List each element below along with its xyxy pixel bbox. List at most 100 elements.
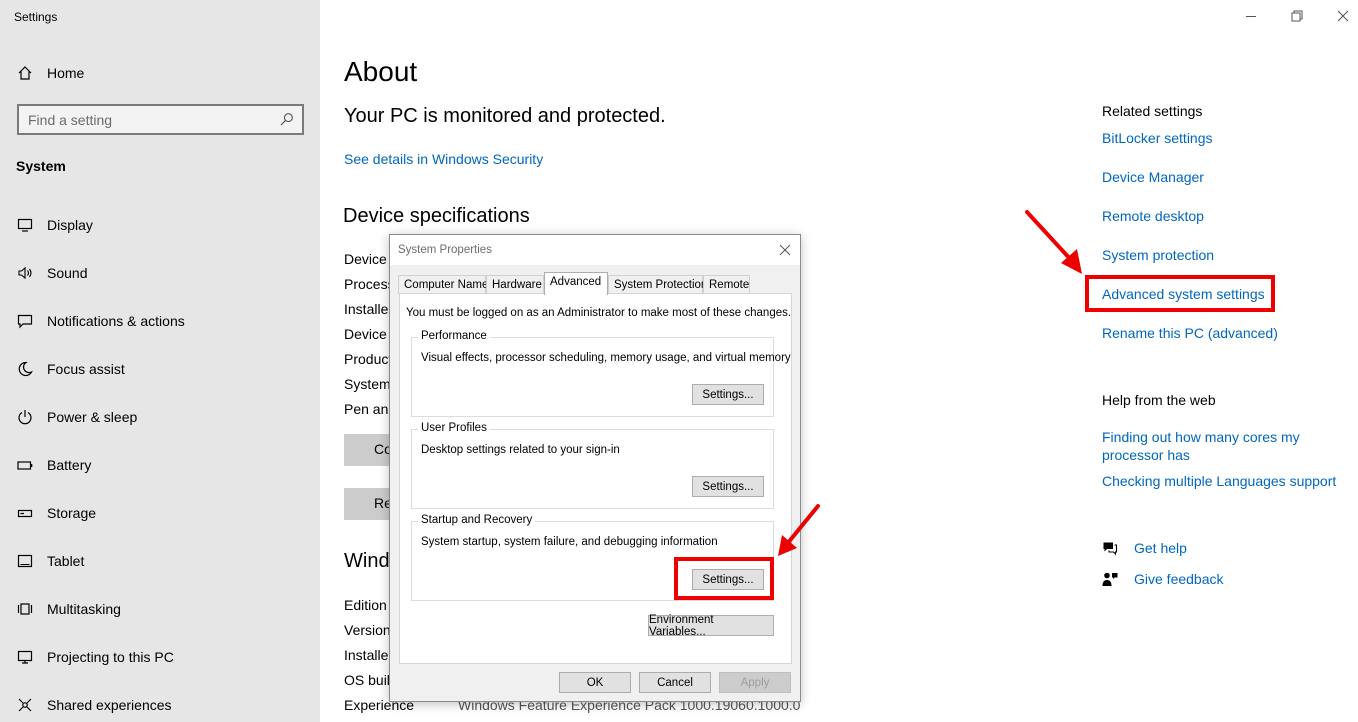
give-feedback-row[interactable]: Give feedback xyxy=(1102,571,1224,587)
spec-label: Installe xyxy=(344,301,389,317)
minimize-icon[interactable] xyxy=(1243,8,1259,24)
sidebar-item-multitasking[interactable]: Multitasking xyxy=(16,597,121,621)
sidebar-item-label: Sound xyxy=(47,265,88,281)
spec-label: OS buil xyxy=(344,672,390,688)
windows-spec-heading: Wind xyxy=(344,550,390,572)
group-description: Desktop settings related to your sign-in xyxy=(421,444,620,456)
device-spec-heading: Device specifications xyxy=(343,205,530,227)
sidebar-item-focus-assist[interactable]: Focus assist xyxy=(16,357,125,381)
tab-advanced[interactable]: Advanced xyxy=(544,272,608,295)
sidebar-item-label: Storage xyxy=(47,505,97,521)
rename-button[interactable]: Rena xyxy=(344,488,394,520)
spec-label: Process xyxy=(344,276,395,292)
sidebar-item-label: Power & sleep xyxy=(47,409,138,425)
system-protection-link[interactable]: System protection xyxy=(1102,247,1214,263)
projector-icon xyxy=(16,648,34,666)
page-title: About xyxy=(344,56,418,87)
spec-label: Device xyxy=(344,326,387,342)
tab-hardware[interactable]: Hardware xyxy=(486,275,544,294)
sidebar-item-label: Battery xyxy=(47,457,92,473)
search-icon xyxy=(280,113,293,126)
group-label: Startup and Recovery xyxy=(418,514,536,526)
search-input[interactable]: Find a setting xyxy=(17,104,304,135)
ok-button[interactable]: OK xyxy=(559,672,631,693)
feedback-icon xyxy=(1102,572,1118,586)
rename-pc-link[interactable]: Rename this PC (advanced) xyxy=(1102,325,1278,341)
share-icon xyxy=(16,696,34,714)
cancel-button[interactable]: Cancel xyxy=(639,672,711,693)
sidebar-item-storage[interactable]: Storage xyxy=(16,501,96,525)
spec-label: System xyxy=(344,376,391,392)
tab-remote[interactable]: Remote xyxy=(703,275,750,294)
moon-icon xyxy=(16,360,34,378)
monitor-icon xyxy=(16,216,34,234)
sidebar-item-projecting[interactable]: Projecting to this PC xyxy=(16,645,174,669)
environment-variables-button[interactable]: Environment Variables... xyxy=(648,614,774,638)
tab-system-protection[interactable]: System Protection xyxy=(608,275,707,294)
sidebar-item-sound[interactable]: Sound xyxy=(16,261,87,285)
protection-status: Your PC is monitored and protected. xyxy=(344,105,666,127)
storage-icon xyxy=(16,504,34,522)
group-description: System startup, system failure, and debu… xyxy=(421,536,718,548)
performance-group: Performance Visual effects, processor sc… xyxy=(411,330,791,417)
sidebar-item-display[interactable]: Display xyxy=(16,213,93,237)
help-web-heading: Help from the web xyxy=(1102,392,1216,408)
annotation-arrow xyxy=(778,504,820,556)
highlight-box xyxy=(1085,275,1275,312)
sidebar: Settings Home Find a setting System Disp… xyxy=(0,0,320,722)
device-manager-link[interactable]: Device Manager xyxy=(1102,169,1204,185)
sidebar-item-home[interactable]: Home xyxy=(16,61,84,85)
speaker-icon xyxy=(16,264,34,282)
related-settings-heading: Related settings xyxy=(1102,103,1203,119)
give-feedback-link[interactable]: Give feedback xyxy=(1134,571,1224,587)
battery-icon xyxy=(16,456,34,474)
sidebar-item-notifications[interactable]: Notifications & actions xyxy=(16,309,185,333)
chat-help-icon xyxy=(1103,542,1118,556)
group-label: User Profiles xyxy=(418,422,490,434)
admin-note: You must be logged on as an Administrato… xyxy=(406,307,792,319)
message-icon xyxy=(16,312,34,330)
tab-computer-name[interactable]: Computer Name xyxy=(398,275,488,294)
bitlocker-link[interactable]: BitLocker settings xyxy=(1102,130,1213,146)
sidebar-item-tablet[interactable]: Tablet xyxy=(16,549,84,573)
windows-security-link[interactable]: See details in Windows Security xyxy=(344,151,543,167)
close-icon[interactable] xyxy=(778,243,792,257)
sidebar-item-label: Home xyxy=(47,65,85,81)
sidebar-item-label: Projecting to this PC xyxy=(47,649,174,665)
get-help-link[interactable]: Get help xyxy=(1134,540,1187,556)
user-profiles-settings-button[interactable]: Settings... xyxy=(692,476,764,497)
highlight-box xyxy=(674,557,774,600)
sidebar-item-shared-experiences[interactable]: Shared experiences xyxy=(16,693,172,717)
sidebar-item-label: Tablet xyxy=(47,553,85,569)
search-placeholder: Find a setting xyxy=(28,111,113,128)
user-profiles-group: User Profiles Desktop settings related t… xyxy=(411,422,774,509)
spec-label: Installe xyxy=(344,647,389,663)
window-title: Settings xyxy=(14,10,58,24)
languages-help-link[interactable]: Checking multiple Languages support xyxy=(1102,473,1336,489)
cores-help-link[interactable]: Finding out how many cores my processor … xyxy=(1102,428,1332,464)
multitask-icon xyxy=(16,600,34,618)
spec-label: Edition xyxy=(344,597,387,613)
sidebar-item-label: Display xyxy=(47,217,93,233)
spec-label: Product xyxy=(344,351,393,367)
sidebar-item-battery[interactable]: Battery xyxy=(16,453,91,477)
annotation-arrow xyxy=(1025,210,1082,274)
restore-icon[interactable] xyxy=(1289,8,1305,24)
dialog-title: System Properties xyxy=(398,244,492,256)
system-properties-dialog: System Properties Computer Name Hardware… xyxy=(389,234,801,702)
copy-button[interactable]: Co xyxy=(344,434,394,466)
power-icon xyxy=(16,408,34,426)
apply-button[interactable]: Apply xyxy=(719,672,791,693)
sidebar-item-label: Focus assist xyxy=(47,361,125,377)
sidebar-item-label: Multitasking xyxy=(47,601,121,617)
get-help-row[interactable]: Get help xyxy=(1102,540,1187,556)
close-icon[interactable] xyxy=(1335,8,1351,24)
sidebar-item-power-sleep[interactable]: Power & sleep xyxy=(16,405,137,429)
remote-desktop-link[interactable]: Remote desktop xyxy=(1102,208,1204,224)
group-label: Performance xyxy=(418,330,490,342)
spec-label: Device xyxy=(344,251,387,267)
sidebar-item-label: Notifications & actions xyxy=(47,313,185,329)
sidebar-item-label: Shared experiences xyxy=(47,697,172,713)
performance-settings-button[interactable]: Settings... xyxy=(692,384,764,405)
group-description: Visual effects, processor scheduling, me… xyxy=(421,352,791,364)
